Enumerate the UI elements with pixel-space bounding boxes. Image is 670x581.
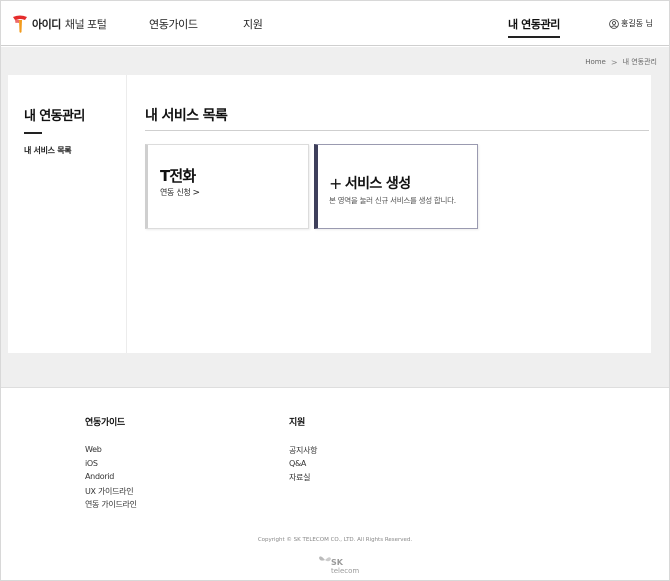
integration-request-link[interactable]: 연동 신청 >	[160, 187, 200, 198]
create-service-title: + 서비스 생성	[329, 173, 411, 193]
user-icon	[609, 18, 619, 29]
sk-logo-word: telecom	[331, 567, 360, 575]
sk-logo-text: SK telecom	[331, 558, 359, 575]
portal-logo[interactable]: 아이디 채널 포털	[11, 13, 107, 35]
breadcrumb-current: 내 연동관리	[622, 58, 657, 66]
nav-support[interactable]: 지원	[243, 16, 263, 32]
plus-icon: +	[329, 173, 342, 193]
create-service-description: 본 영역을 눌러 신규 서비스를 생성 합니다.	[329, 196, 456, 205]
footer-support-column: 지원 공지사항 Q&A 자료실	[289, 415, 318, 486]
sk-butterfly-icon	[319, 556, 331, 562]
breadcrumb-home[interactable]: Home	[585, 58, 606, 66]
user-name: 홍길동 님	[621, 19, 653, 28]
top-header: 아이디 채널 포털 연동가이드 지원 내 연동관리 홍길동 님	[1, 1, 669, 46]
footer-link-integration-guideline[interactable]: 연동 가이드라인	[85, 499, 137, 513]
sidebar-title: 내 연동관리	[24, 109, 85, 124]
footer-link-web[interactable]: Web	[85, 445, 137, 459]
logo-name: 아이디	[32, 18, 61, 31]
footer-link-archive[interactable]: 자료실	[289, 472, 317, 486]
title-divider	[145, 130, 649, 131]
sk-logo-mark: SK	[331, 558, 343, 567]
footer: 연동가이드 Web iOS Andorid UX 가이드라인 연동 가이드라인 …	[1, 389, 669, 580]
footer-link-android[interactable]: Andorid	[85, 472, 137, 486]
service-name: T전화	[160, 167, 196, 185]
footer-link-notice[interactable]: 공지사항	[289, 445, 318, 459]
footer-link-ux-guideline[interactable]: UX 가이드라인	[85, 486, 137, 500]
integration-request-label: 연동 신청	[160, 188, 191, 197]
nav-guide[interactable]: 연동가이드	[149, 16, 198, 32]
chevron-right-icon: >	[192, 187, 200, 198]
copyright: Copyright © SK TELECOM CO., LTD. All Rig…	[257, 537, 413, 543]
footer-guide-title: 연동가이드	[85, 418, 125, 428]
sidebar-item-service-list[interactable]: 내 서비스 목록	[24, 145, 72, 156]
create-service-card[interactable]: + 서비스 생성 본 영역을 눌러 신규 서비스를 생성 합니다.	[314, 144, 478, 229]
t-logo-icon	[13, 15, 27, 33]
footer-support-title: 지원	[289, 418, 305, 428]
service-card-tphone[interactable]: T전화 연동 신청 >	[145, 144, 309, 229]
content-panel: 내 연동관리 내 서비스 목록 내 서비스 목록 T전화 연동 신청 > + 서…	[8, 75, 651, 353]
content-background: Home > 내 연동관리 내 연동관리 내 서비스 목록 내 서비스 목록 T…	[1, 47, 669, 388]
footer-link-qna[interactable]: Q&A	[289, 459, 317, 473]
sidebar: 내 연동관리 내 서비스 목록	[8, 75, 127, 353]
footer-guide-column: 연동가이드 Web iOS Andorid UX 가이드라인 연동 가이드라인	[85, 415, 137, 513]
sidebar-divider	[24, 132, 42, 134]
footer-link-ios[interactable]: iOS	[85, 459, 137, 473]
nav-my-integration[interactable]: 내 연동관리	[508, 16, 560, 38]
logo-subtitle: 채널 포털	[64, 18, 107, 31]
user-menu[interactable]: 홍길동 님	[609, 18, 653, 29]
breadcrumb: Home > 내 연동관리	[585, 57, 657, 67]
page-title: 내 서비스 목록	[145, 108, 228, 124]
breadcrumb-separator-icon: >	[610, 57, 618, 67]
create-service-label: 서비스 생성	[344, 176, 411, 192]
sk-telecom-logo: SK telecom	[318, 553, 359, 575]
